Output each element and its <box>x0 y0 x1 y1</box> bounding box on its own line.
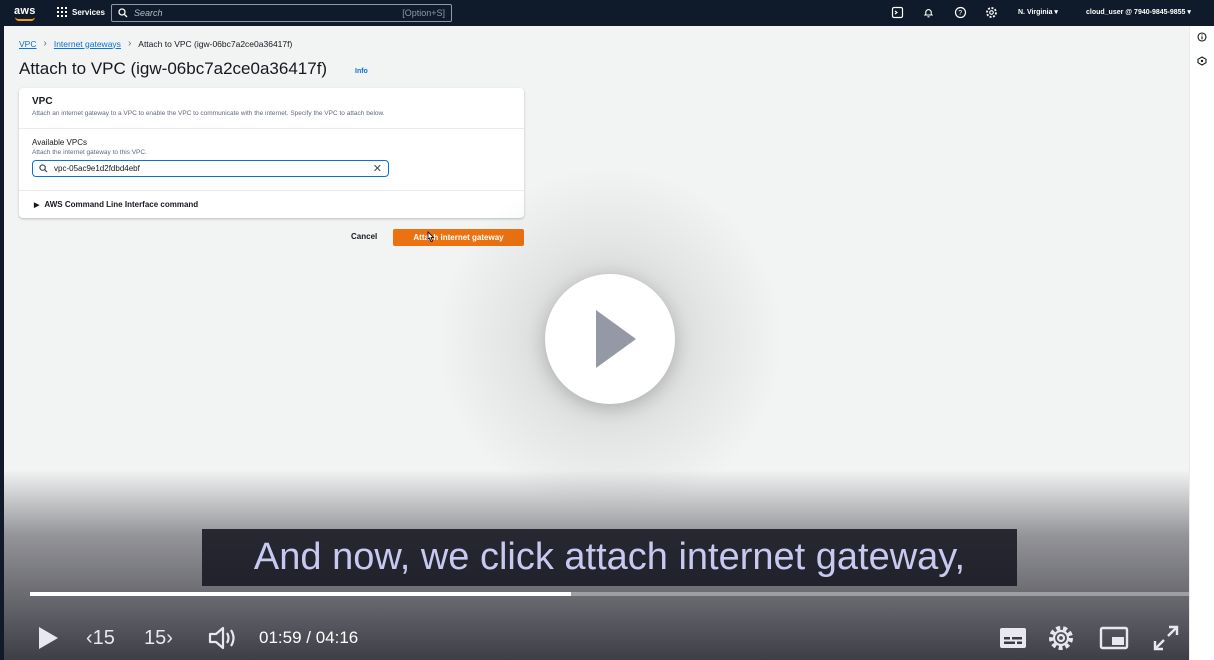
captions-icon[interactable] <box>999 626 1027 650</box>
play-icon <box>596 310 636 368</box>
subtitle-caption: And now, we click attach internet gatewa… <box>202 529 1017 586</box>
rewind-15-button[interactable]: ‹15 <box>86 627 115 650</box>
caret-right-icon: ▶ <box>34 201 40 209</box>
progress-bar-fill <box>30 592 572 596</box>
settings-gear-icon[interactable] <box>1047 624 1075 652</box>
panel-description: Attach an internet gateway to a VPC to e… <box>32 110 385 117</box>
available-vpcs-field: Available VPCs Attach the internet gatew… <box>19 129 524 191</box>
info-icon[interactable] <box>1197 32 1207 42</box>
breadcrumb-current: Attach to VPC (igw-06bc7a2ce0a36417f) <box>138 38 293 49</box>
gear-icon[interactable] <box>985 6 998 19</box>
vpc-panel: VPC Attach an internet gateway to a VPC … <box>19 88 524 218</box>
chevron-right-icon: › <box>43 38 47 49</box>
field-label: Available VPCs <box>32 138 87 147</box>
cloudshell-icon[interactable] <box>891 6 904 19</box>
cancel-button[interactable]: Cancel <box>351 232 377 241</box>
progress-bar[interactable] <box>30 592 1189 596</box>
breadcrumb: VPC › Internet gateways › Attach to VPC … <box>19 38 292 49</box>
top-navigation: aws Services Search [Option+S] ? N. Virg… <box>0 0 1214 26</box>
search-icon <box>39 164 48 173</box>
info-link[interactable]: Info <box>355 68 368 75</box>
feedback-icon[interactable] <box>1197 56 1207 66</box>
panel-header: VPC Attach an internet gateway to a VPC … <box>19 88 524 129</box>
clear-icon[interactable]: ✕ <box>373 162 382 175</box>
search-shortcut: [Option+S] <box>402 8 445 18</box>
account-menu[interactable]: cloud_user @ 7940-9845-9855 ▾ <box>1086 8 1191 16</box>
forward-15-button[interactable]: 15› <box>144 627 173 650</box>
mouse-cursor-icon <box>427 231 435 242</box>
chevron-right-icon: › <box>127 38 132 49</box>
play-pause-button[interactable] <box>39 627 58 649</box>
services-label: Services <box>72 7 105 17</box>
aws-logo-smile <box>15 17 35 21</box>
grid-icon <box>57 7 67 17</box>
field-description: Attach the internet gateway to this VPC. <box>32 149 147 156</box>
cli-command-label: AWS Command Line Interface command <box>44 200 199 209</box>
aws-logo[interactable]: aws <box>14 5 36 17</box>
vpc-select-input[interactable]: vpc-05ac9e1d2fdbd4ebf ✕ <box>32 160 389 177</box>
cli-command-expander[interactable]: ▶ AWS Command Line Interface command <box>19 191 524 218</box>
panel-title: VPC <box>32 96 53 107</box>
search-input[interactable]: Search [Option+S] <box>111 4 452 22</box>
picture-in-picture-icon[interactable] <box>1099 626 1129 650</box>
breadcrumb-internet-gateways[interactable]: Internet gateways <box>54 39 121 49</box>
time-display: 01:59 / 04:16 <box>259 628 359 647</box>
help-icon[interactable]: ? <box>954 6 967 19</box>
vpc-select-value: vpc-05ac9e1d2fdbd4ebf <box>54 164 140 173</box>
bell-icon[interactable] <box>922 6 935 19</box>
svg-text:?: ? <box>958 10 962 17</box>
region-selector[interactable]: N. Virginia ▾ <box>1018 8 1058 16</box>
page-title: Attach to VPC (igw-06bc7a2ce0a36417f) <box>19 59 328 78</box>
right-utility-rail <box>1189 26 1214 660</box>
search-icon <box>118 8 128 18</box>
breadcrumb-vpc[interactable]: VPC <box>19 39 36 49</box>
fullscreen-icon[interactable] <box>1152 624 1180 652</box>
volume-icon[interactable] <box>207 624 237 652</box>
search-placeholder: Search <box>134 8 163 18</box>
services-menu-button[interactable]: Services <box>57 7 105 17</box>
